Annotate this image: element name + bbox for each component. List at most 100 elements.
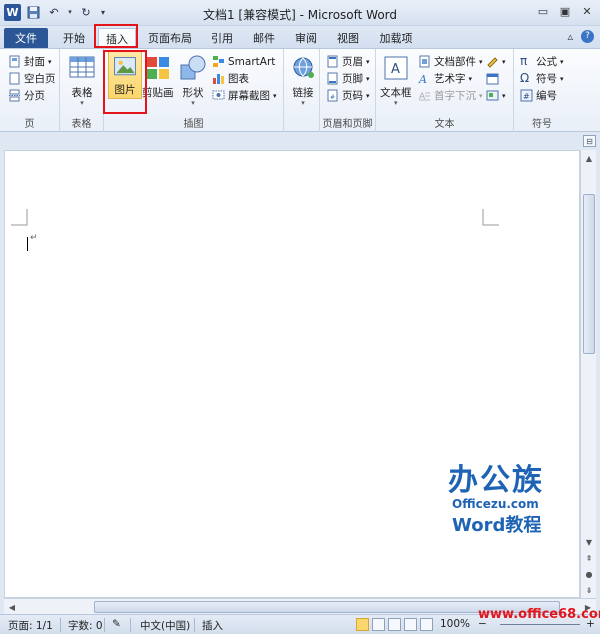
svg-text:#: # (523, 92, 530, 101)
wordart-button[interactable]: A 艺术字 ▾ (418, 70, 472, 87)
group-illustrations-label: 插图 (183, 119, 204, 130)
svg-text:#: # (330, 94, 335, 101)
tab-view[interactable]: 视图 (330, 28, 366, 48)
chevron-down-icon: ▾ (502, 91, 506, 100)
ruler-area: ⊟ (0, 132, 600, 150)
scroll-up-arrow-icon[interactable]: ▲ (581, 150, 597, 166)
proofing-icon[interactable]: ✎ (112, 618, 121, 630)
shapes-label: 形状 (182, 87, 204, 99)
collapse-ribbon-icon[interactable]: ▵ (567, 30, 573, 43)
chevron-down-icon: ▾ (560, 74, 564, 83)
clipart-icon (146, 57, 169, 79)
chevron-down-icon: ▾ (479, 57, 483, 66)
minimize-button[interactable]: ▭ (534, 3, 552, 19)
textbox-label: 文本框 (380, 87, 412, 99)
textbox-button[interactable]: A 文本框 ▾ (380, 53, 412, 107)
wordart-label: 艺术字 (434, 73, 466, 85)
header-button[interactable]: 页眉 ▾ (326, 53, 370, 70)
print-layout-view-icon[interactable] (356, 618, 369, 631)
next-page-icon[interactable]: ⇟ (581, 582, 597, 598)
screenshot-button[interactable]: 屏幕截图 ▾ (212, 87, 277, 104)
web-layout-view-icon[interactable] (388, 618, 401, 631)
crop-mark-top-right (482, 209, 499, 226)
tab-home[interactable]: 开始 (54, 28, 94, 48)
browse-object-icon[interactable]: ● (581, 566, 597, 582)
screenshot-icon (212, 90, 225, 100)
blank-page-icon (9, 72, 20, 85)
ribbon: 封面 ▾ 空白页 分页 页 表格 ▾ 表格 图片 剪贴画 形状 ▾ SmartA… (0, 48, 600, 133)
blank-page-label: 空白页 (24, 73, 56, 85)
status-divider (104, 618, 105, 632)
help-icon[interactable]: ? (581, 30, 594, 43)
link-button[interactable]: 链接 ▾ (288, 53, 318, 107)
shapes-button[interactable]: 形状 ▾ (178, 53, 208, 107)
vertical-scroll-thumb[interactable] (583, 194, 595, 354)
tab-file[interactable]: 文件 (4, 28, 48, 48)
chevron-down-icon: ▾ (479, 91, 483, 100)
paragraph-mark-icon: ↵ (30, 233, 38, 243)
previous-page-icon[interactable]: ⇞ (581, 550, 597, 566)
chevron-down-icon: ▾ (366, 74, 370, 83)
close-button[interactable]: ✕ (578, 3, 596, 19)
tab-page-layout[interactable]: 页面布局 (142, 28, 198, 48)
full-screen-reading-view-icon[interactable] (372, 618, 385, 631)
blank-page-button[interactable]: 空白页 (8, 70, 56, 87)
chart-button[interactable]: 图表 (212, 70, 249, 87)
group-links: 链接 ▾ (284, 49, 320, 133)
text-cursor (27, 237, 28, 251)
status-page[interactable]: 页面: 1/1 (8, 618, 53, 633)
smartart-button[interactable]: SmartArt (212, 53, 275, 70)
tab-mailings[interactable]: 邮件 (246, 28, 282, 48)
zoom-slider[interactable] (500, 624, 580, 625)
group-symbols: π 公式 ▾ Ω 符号 ▾ # 编号 符号 (514, 49, 570, 133)
signature-line-button[interactable]: ▾ (486, 53, 506, 70)
smartart-icon (213, 56, 224, 67)
restore-button[interactable]: ▣ (556, 3, 574, 19)
status-word-count[interactable]: 字数: 0 (68, 618, 103, 633)
page-break-button[interactable]: 分页 (8, 87, 45, 104)
group-tables: 表格 ▾ 表格 (60, 49, 104, 133)
group-text: A 文本框 ▾ 文档部件 ▾ A 艺术字 ▾ A 首字下沉 ▾ ▾ ▾ 文本 (376, 49, 514, 133)
symbol-label: 符号 (536, 73, 557, 85)
tab-addins[interactable]: 加载项 (372, 28, 420, 48)
chart-label: 图表 (228, 73, 249, 85)
dropcap-button[interactable]: A 首字下沉 ▾ (418, 87, 483, 104)
scroll-down-arrow-icon[interactable]: ▼ (581, 534, 597, 550)
outline-view-icon[interactable] (404, 618, 417, 631)
chevron-down-icon: ▾ (560, 57, 564, 66)
numbering-button[interactable]: # 编号 (520, 87, 557, 104)
status-zoom-level[interactable]: 100% (440, 618, 470, 630)
ruler-toggle-icon[interactable]: ⊟ (583, 135, 596, 147)
table-label: 表格 (71, 87, 93, 99)
numbering-icon: # (520, 89, 533, 102)
object-button[interactable]: ▾ (486, 87, 506, 104)
cover-page-button[interactable]: 封面 ▾ (8, 53, 52, 70)
vertical-scrollbar[interactable]: ▲ ▼ ⇞ ● ⇟ (580, 150, 596, 598)
equation-label: 公式 (536, 56, 557, 68)
draft-view-icon[interactable] (420, 618, 433, 631)
chevron-down-icon: ▾ (191, 99, 195, 107)
tab-references[interactable]: 引用 (204, 28, 240, 48)
tab-insert-annotation (94, 24, 138, 48)
footer-button[interactable]: 页脚 ▾ (326, 70, 370, 87)
ribbon-tab-bar: 文件 开始 插入 页面布局 引用 邮件 审阅 视图 加载项 ▵ ? (0, 26, 600, 48)
symbol-button[interactable]: Ω 符号 ▾ (520, 70, 564, 87)
status-insert-mode[interactable]: 插入 (202, 618, 223, 633)
watermark-site: Officezu.com (452, 497, 539, 511)
status-divider (60, 618, 61, 632)
quickparts-button[interactable]: 文档部件 ▾ (418, 53, 483, 70)
equation-button[interactable]: π 公式 ▾ (520, 53, 564, 70)
status-language[interactable]: 中文(中国) (140, 618, 190, 633)
group-header-footer-label: 页眉和页脚 (322, 119, 373, 130)
tab-review[interactable]: 审阅 (288, 28, 324, 48)
table-button[interactable]: 表格 ▾ (67, 53, 97, 107)
watermark-brand: 办公族 (448, 463, 544, 498)
group-pages: 封面 ▾ 空白页 分页 页 (0, 49, 60, 133)
scroll-left-arrow-icon[interactable]: ◀ (4, 599, 20, 615)
date-time-button[interactable] (486, 70, 499, 87)
numbering-label: 编号 (536, 90, 557, 102)
omega-icon: Ω (520, 71, 530, 85)
page-number-button[interactable]: # 页码 ▾ (326, 87, 370, 104)
group-text-label: 文本 (434, 119, 455, 130)
watermark: 办公族 Officezu.com Word教程 (448, 455, 578, 537)
